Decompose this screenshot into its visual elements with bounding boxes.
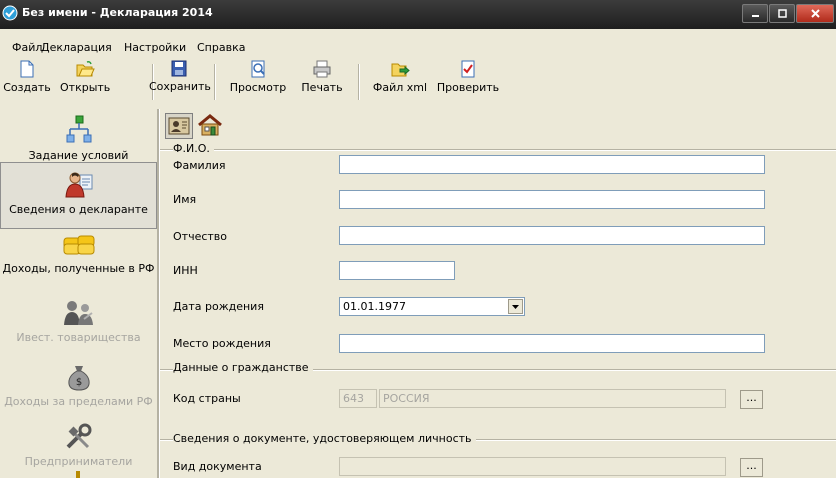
toolbar-separator xyxy=(358,64,360,100)
nav-item-declarant[interactable]: Сведения о декларанте xyxy=(0,162,157,229)
preview-label: Просмотр xyxy=(229,81,287,94)
country-select-button[interactable]: ... xyxy=(740,390,763,409)
name-field[interactable] xyxy=(339,190,765,209)
doc-type-select-button[interactable]: ... xyxy=(740,458,763,477)
create-label: Создать xyxy=(3,81,51,94)
house-icon xyxy=(198,114,222,136)
fio-group-line xyxy=(160,149,836,150)
print-label: Печать xyxy=(301,81,343,94)
surname-label: Фамилия xyxy=(173,159,226,172)
org-chart-icon xyxy=(66,115,91,143)
nav-label: Доходы, полученные в РФ xyxy=(2,262,155,275)
nav-item-investment-partnerships[interactable]: Ивест. товарищества xyxy=(0,293,157,360)
dropdown-arrow-button[interactable] xyxy=(508,299,523,314)
save-label: Сохранить xyxy=(149,80,211,93)
menu-file[interactable]: Файл xyxy=(12,41,42,54)
open-button[interactable]: Открыть xyxy=(60,60,110,104)
nav-label: Задание условий xyxy=(28,149,129,162)
printer-icon xyxy=(313,60,331,78)
patronymic-field[interactable] xyxy=(339,226,765,245)
window-title: Без имени - Декларация 2014 xyxy=(22,6,213,19)
preview-button[interactable]: Просмотр xyxy=(226,60,290,104)
birthdate-value: 01.01.1977 xyxy=(343,300,406,313)
tools-icon xyxy=(66,423,91,449)
xml-export-icon xyxy=(391,63,410,77)
nav-item-income-abroad[interactable]: $ Доходы за пределами РФ xyxy=(0,357,157,424)
menu-help[interactable]: Справка xyxy=(197,41,245,54)
address-tab[interactable] xyxy=(197,113,225,139)
inn-label: ИНН xyxy=(173,264,198,277)
xml-file-label: Файл xml xyxy=(372,81,428,94)
next-nav-item-icon xyxy=(76,471,80,478)
id-card-icon xyxy=(168,117,190,135)
nav-label: Доходы за пределами РФ xyxy=(4,395,153,408)
nav-label: Сведения о декларанте xyxy=(9,203,148,216)
toolbar-separator xyxy=(214,64,216,100)
print-button[interactable]: Печать xyxy=(296,60,348,104)
title-bar: Без имени - Декларация 2014 xyxy=(0,0,836,29)
close-icon xyxy=(810,9,820,18)
birthdate-label: Дата рождения xyxy=(173,300,264,313)
birthplace-field[interactable] xyxy=(339,334,765,353)
surname-field[interactable] xyxy=(339,155,765,174)
patronymic-label: Отчество xyxy=(173,230,228,243)
doc-type-label: Вид документа xyxy=(173,460,262,473)
fio-group-title: Ф.И.О. xyxy=(173,142,214,155)
maximize-icon xyxy=(777,9,787,18)
save-disk-icon xyxy=(171,60,187,77)
country-name-field: РОССИЯ xyxy=(379,389,726,408)
svg-text:$: $ xyxy=(75,377,81,388)
menu-settings[interactable]: Настройки xyxy=(124,41,186,54)
money-bag-icon: $ xyxy=(67,366,90,391)
birthplace-label: Место рождения xyxy=(173,337,271,350)
xml-file-button[interactable]: Файл xml xyxy=(370,60,430,104)
nav-label: Предприниматели xyxy=(24,455,133,468)
partners-icon xyxy=(63,301,93,325)
open-folder-icon xyxy=(76,61,95,77)
menu-bar: Файл Декларация Настройки Справка xyxy=(0,37,836,57)
birthdate-picker[interactable]: 01.01.1977 xyxy=(339,297,525,316)
country-code-label: Код страны xyxy=(173,392,241,405)
maximize-button[interactable] xyxy=(769,4,795,23)
name-label: Имя xyxy=(173,193,197,206)
nav-item-income-rf[interactable]: Доходы, полученные в РФ xyxy=(0,226,157,293)
chevron-down-icon xyxy=(512,304,519,309)
declarant-form: Ф.И.О. Фамилия Имя Отчество ИНН Дата рож… xyxy=(160,140,836,478)
left-nav-panel: Задание условий Сведения о декларанте До… xyxy=(0,109,157,478)
check-document-icon xyxy=(461,60,475,78)
nav-label: Ивест. товарищества xyxy=(16,331,141,344)
nav-item-entrepreneurs[interactable]: Предприниматели xyxy=(0,417,157,478)
save-button[interactable]: Сохранить xyxy=(149,60,211,104)
new-document-icon xyxy=(20,60,34,78)
app-icon xyxy=(2,5,18,21)
preview-icon xyxy=(251,60,265,78)
minimize-icon xyxy=(751,15,759,17)
create-button[interactable]: Создать xyxy=(2,60,52,104)
minimize-button[interactable] xyxy=(742,4,768,23)
open-label: Открыть xyxy=(60,81,111,94)
person-card-tab[interactable] xyxy=(165,113,193,139)
person-icon xyxy=(64,172,92,198)
close-button[interactable] xyxy=(796,4,834,23)
check-label: Проверить xyxy=(436,81,500,94)
inn-field[interactable] xyxy=(339,261,455,280)
doc-type-field xyxy=(339,457,726,476)
country-code-field: 643 xyxy=(339,389,377,408)
toolbar: Создать Открыть Сохранить Просмотр Печат… xyxy=(0,58,836,108)
document-group-title: Сведения о документе, удостоверяющем лич… xyxy=(173,432,476,445)
coins-icon xyxy=(63,235,94,255)
check-button[interactable]: Проверить xyxy=(436,60,500,104)
menu-declaration[interactable]: Декларация xyxy=(41,41,112,54)
citizenship-group-title: Данные о гражданстве xyxy=(173,361,313,374)
